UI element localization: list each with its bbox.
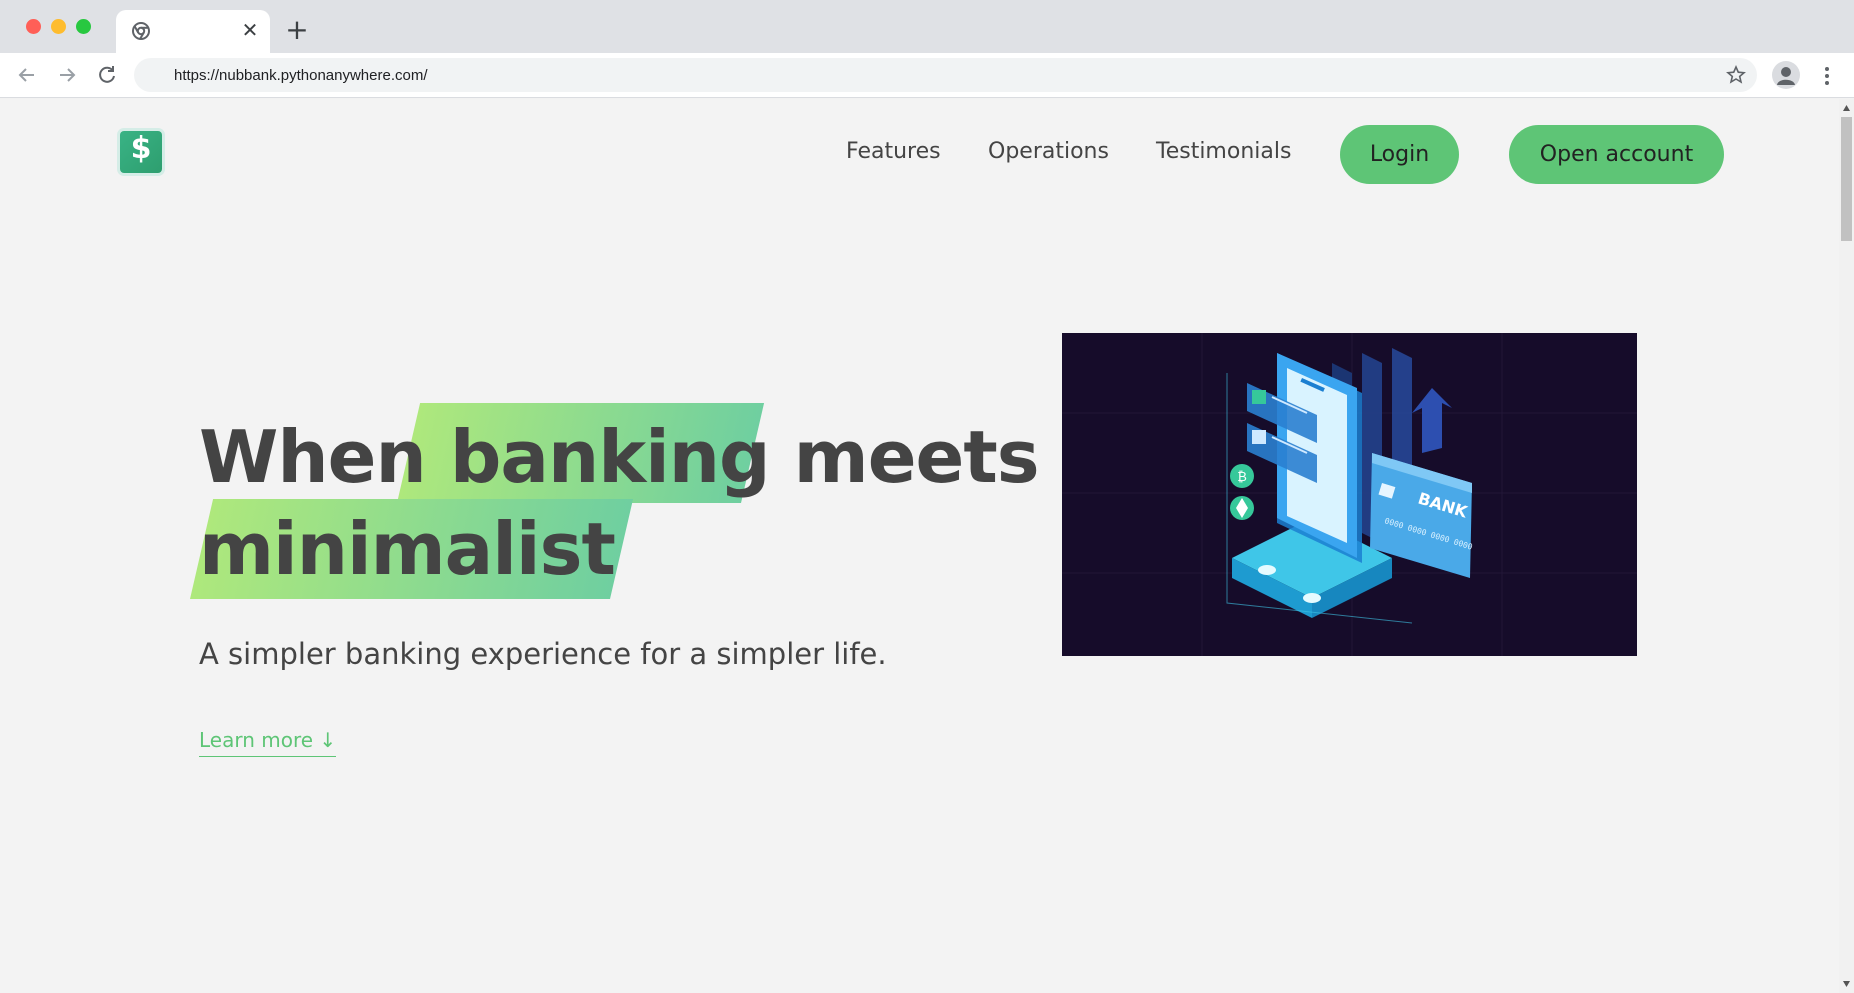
window-maximize-button[interactable] — [76, 19, 91, 34]
browser-tab-bar: ✕ + — [0, 0, 1854, 53]
page-viewport: $ Features Operations Testimonials Login… — [0, 99, 1854, 993]
chrome-favicon-icon — [132, 22, 150, 40]
hero-title-line-2: minimalist — [199, 507, 616, 591]
hero-word-banking: banking — [449, 415, 771, 499]
browser-tab[interactable]: ✕ — [116, 10, 270, 53]
nav-link-operations[interactable]: Operations — [988, 139, 1109, 164]
open-account-button[interactable]: Open account — [1509, 125, 1724, 184]
dollar-logo-icon[interactable]: $ — [120, 131, 162, 173]
hero-word-when: When — [199, 415, 427, 499]
nav-link-testimonials[interactable]: Testimonials — [1156, 139, 1291, 164]
back-arrow-icon[interactable] — [14, 62, 40, 88]
address-bar[interactable]: https://nubbank.pythonanywhere.com/ — [134, 58, 1757, 92]
scroll-thumb[interactable] — [1841, 117, 1852, 241]
reload-icon[interactable] — [94, 62, 120, 88]
learn-more-link[interactable]: Learn more ↓ — [199, 728, 337, 757]
bitcoin-glyph: ₿ — [1237, 470, 1247, 485]
hero-word-meets: meets — [793, 415, 1040, 499]
browser-toolbar: https://nubbank.pythonanywhere.com/ — [0, 53, 1854, 98]
plus-icon[interactable]: + — [283, 16, 311, 44]
url-text[interactable]: https://nubbank.pythonanywhere.com/ — [174, 67, 428, 84]
scroll-up-icon[interactable] — [1842, 104, 1851, 113]
nav-link-features[interactable]: Features — [846, 139, 941, 164]
scroll-down-icon[interactable] — [1842, 979, 1851, 988]
login-button[interactable]: Login — [1340, 125, 1459, 184]
forward-arrow-icon[interactable] — [54, 62, 80, 88]
hero-title: When banking meets minimalist — [199, 411, 1040, 595]
window-minimize-button[interactable] — [51, 19, 66, 34]
close-icon[interactable]: ✕ — [240, 20, 260, 40]
page-scrollbar[interactable] — [1839, 99, 1854, 993]
phone-banking-illustration: ₿ BANK 0000 0000 0000 0000 — [1062, 333, 1637, 656]
menu-dots-icon[interactable] — [1818, 63, 1836, 89]
window-close-button[interactable] — [26, 19, 41, 34]
hero-subtitle: A simpler banking experience for a simpl… — [199, 637, 887, 671]
profile-avatar-glyph — [1777, 67, 1795, 85]
logo-glyph: $ — [130, 131, 152, 166]
star-icon[interactable] — [1725, 64, 1747, 86]
profile-icon[interactable] — [1772, 61, 1800, 89]
hero-illustration: ₿ BANK 0000 0000 0000 0000 — [1062, 333, 1637, 656]
hero-title-line-1: When banking meets — [199, 411, 1040, 503]
